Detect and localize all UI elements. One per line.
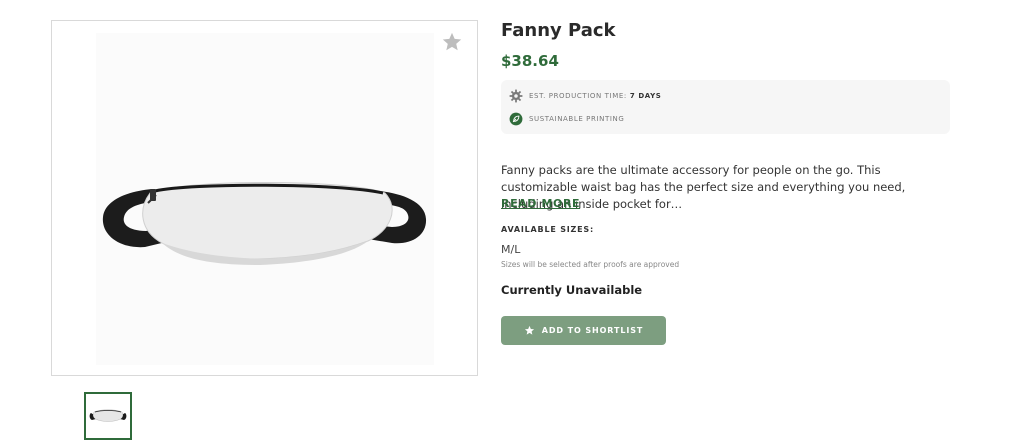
- sustainable-printing-label: SUSTAINABLE PRINTING: [529, 115, 625, 123]
- leaf-icon: [509, 112, 523, 126]
- product-image-frame: [51, 20, 478, 376]
- production-time-row: EST. PRODUCTION TIME: 7 DAYS: [509, 89, 661, 103]
- add-to-shortlist-label: ADD TO SHORTLIST: [541, 326, 644, 335]
- add-to-shortlist-button[interactable]: ADD TO SHORTLIST: [501, 316, 666, 345]
- production-time-label: EST. PRODUCTION TIME:: [529, 92, 627, 100]
- star-icon: [524, 325, 534, 335]
- gear-icon: [509, 89, 523, 103]
- product-info-box: EST. PRODUCTION TIME: 7 DAYS SUSTAINABLE…: [501, 80, 950, 134]
- product-image: [102, 182, 427, 265]
- read-more-link[interactable]: READ MORE: [501, 197, 580, 210]
- star-icon[interactable]: [441, 31, 463, 53]
- product-title: Fanny Pack: [501, 20, 616, 41]
- sustainable-printing-row: SUSTAINABLE PRINTING: [509, 112, 624, 126]
- size-value: M/L: [501, 243, 521, 256]
- production-time-value: 7 DAYS: [629, 92, 662, 100]
- available-sizes-label: AVAILABLE SIZES:: [501, 225, 594, 234]
- product-thumbnail[interactable]: [84, 392, 132, 440]
- thumbnail-image: [89, 409, 127, 422]
- size-note: Sizes will be selected after proofs are …: [501, 260, 680, 269]
- product-price: $38.64: [501, 52, 559, 70]
- availability-status: Currently Unavailable: [501, 283, 643, 297]
